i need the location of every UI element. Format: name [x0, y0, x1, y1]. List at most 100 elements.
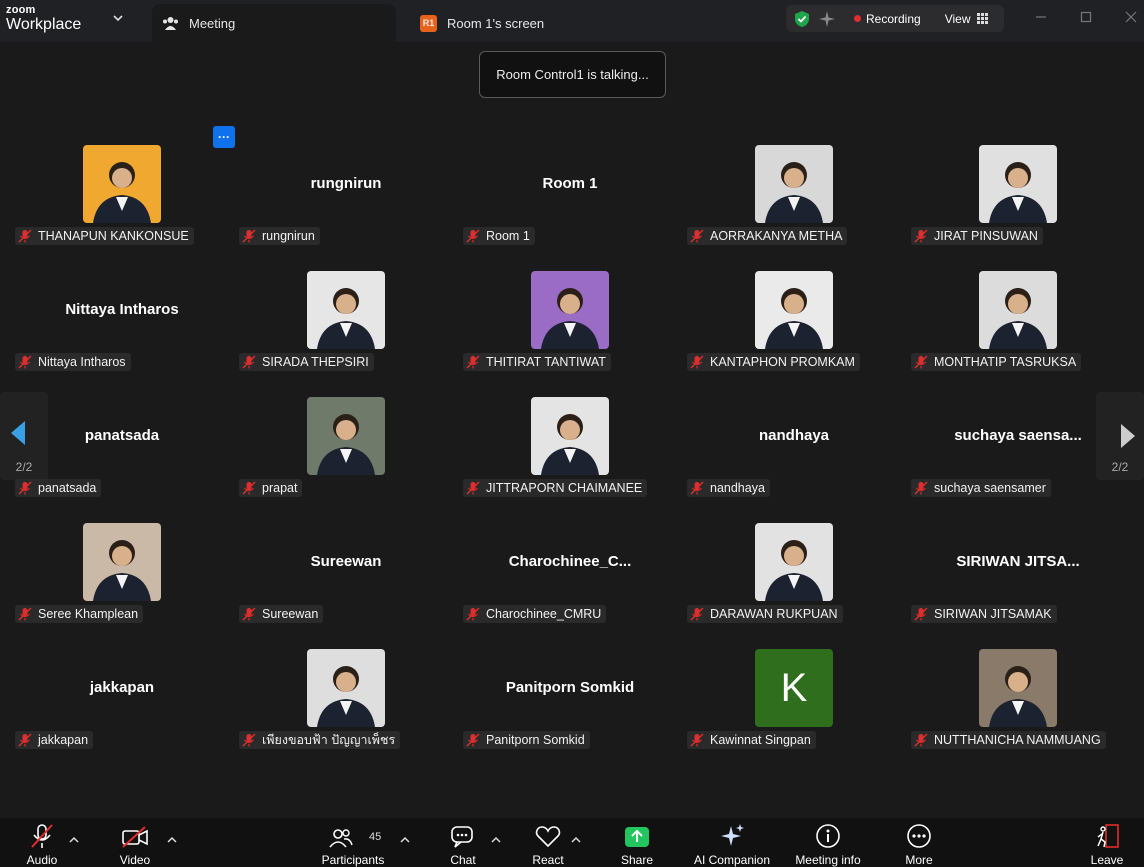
participant-tile[interactable]: SIRIWAN JITSA... SIRIWAN JITSAMAK — [909, 505, 1127, 627]
grid-view-icon[interactable] — [976, 13, 988, 24]
participant-name-tag: JITTRAPORN CHAIMANEE — [463, 479, 648, 497]
video-options-chevron-icon[interactable] — [167, 836, 177, 844]
participant-name: Sureewan — [262, 607, 319, 621]
participant-tile[interactable]: เพียงขอบฟ้า ปัญญาเพ็ชร — [237, 631, 455, 753]
ai-companion-button[interactable]: AI Companion — [692, 818, 772, 867]
heart-icon — [535, 826, 561, 848]
participant-tile[interactable]: SIRADA THEPSIRI — [237, 253, 455, 375]
participant-tile[interactable]: rungnirun rungnirun — [237, 127, 455, 249]
participant-name-tag: suchaya saensamer — [911, 479, 1051, 497]
participant-tile[interactable]: JITTRAPORN CHAIMANEE — [461, 379, 679, 501]
avatar — [531, 271, 609, 349]
participant-tile[interactable]: panatsada panatsada — [13, 379, 231, 501]
participant-name-tag: prapat — [239, 479, 303, 497]
share-label: Share — [620, 853, 654, 867]
participant-tile[interactable]: KANTAPHON PROMKAM — [685, 253, 903, 375]
participant-name-tag: jakkapan — [15, 731, 94, 749]
participant-tile[interactable]: DARAWAN RUKPUAN — [685, 505, 903, 627]
recording-label[interactable]: Recording — [866, 12, 921, 26]
tab-meeting[interactable]: Meeting — [152, 4, 396, 42]
participant-tile[interactable]: Room 1 Room 1 — [461, 127, 679, 249]
participant-name-tag: Kawinnat Singpan — [687, 731, 816, 749]
participant-name-tag: Nittaya Intharos — [15, 353, 131, 371]
participant-photo — [979, 271, 1057, 349]
mic-muted-icon — [690, 481, 704, 495]
participant-tile[interactable]: THANAPUN KANKONSUE — [13, 127, 231, 249]
participant-name-tag: KANTAPHON PROMKAM — [687, 353, 860, 371]
mic-muted-icon — [466, 481, 480, 495]
participant-name: AORRAKANYA METHA — [710, 229, 843, 243]
react-button[interactable]: React — [528, 818, 568, 867]
ai-sparkle-icon[interactable] — [818, 10, 836, 28]
participant-tile[interactable]: THITIRAT TANTIWAT — [461, 253, 679, 375]
avatar — [755, 145, 833, 223]
mic-muted-icon — [466, 607, 480, 621]
participant-photo — [83, 145, 161, 223]
participant-name: nandhaya — [710, 481, 765, 495]
participants-icon — [329, 829, 353, 848]
participant-name: suchaya saensamer — [934, 481, 1046, 495]
participant-tile[interactable]: Panitporn Somkid Panitporn Somkid — [461, 631, 679, 753]
participant-display-name: jakkapan — [89, 679, 155, 696]
mic-muted-icon — [18, 733, 32, 747]
participant-name: Room 1 — [486, 229, 530, 243]
participant-tile[interactable]: NUTTHANICHA NAMMUANG — [909, 631, 1127, 753]
participant-tile[interactable]: nandhaya nandhaya — [685, 379, 903, 501]
participant-tile[interactable]: MONTHATIP TASRUKSA — [909, 253, 1127, 375]
mic-muted-icon — [690, 607, 704, 621]
avatar — [979, 271, 1057, 349]
chat-options-chevron-icon[interactable] — [491, 836, 501, 844]
participant-name: JITTRAPORN CHAIMANEE — [486, 481, 643, 495]
participant-name-tag: panatsada — [15, 479, 102, 497]
participant-tile[interactable]: jakkapan jakkapan — [13, 631, 231, 753]
participant-name-tag: JIRAT PINSUWAN — [911, 227, 1043, 245]
participant-photo — [531, 271, 609, 349]
maximize-icon[interactable] — [1079, 10, 1093, 24]
leave-button[interactable]: Leave — [1087, 818, 1127, 867]
participant-name-tag: SIRIWAN JITSAMAK — [911, 605, 1057, 623]
react-label: React — [532, 853, 564, 867]
participant-name: Charochinee_CMRU — [486, 607, 602, 621]
chevron-down-icon[interactable] — [112, 12, 124, 24]
participant-tile[interactable]: Nittaya Intharos Nittaya Intharos — [13, 253, 231, 375]
participant-tile[interactable]: Charochinee_C... Charochinee_CMRU — [461, 505, 679, 627]
avatar — [307, 271, 385, 349]
video-button[interactable]: Video — [115, 818, 155, 867]
tab-room-screen[interactable]: R1 Room 1's screen — [420, 4, 544, 42]
zoom-workplace-logo: zoom Workplace — [6, 5, 81, 33]
room-badge: R1 — [420, 14, 437, 32]
participant-name: Nittaya Intharos — [38, 355, 126, 369]
participant-photo — [979, 649, 1057, 727]
avatar — [531, 397, 609, 475]
talking-indicator: Room Control1 is talking... — [479, 51, 666, 98]
shield-check-icon[interactable] — [794, 10, 810, 28]
chat-label: Chat — [450, 853, 476, 867]
participant-name-tag: Room 1 — [463, 227, 535, 245]
mic-muted-icon — [18, 481, 32, 495]
react-options-chevron-icon[interactable] — [571, 836, 581, 844]
close-icon[interactable] — [1124, 10, 1138, 24]
participant-tile[interactable]: Sureewan Sureewan — [237, 505, 455, 627]
more-button[interactable]: More — [899, 818, 939, 867]
share-button[interactable]: Share — [617, 818, 657, 867]
avatar — [307, 649, 385, 727]
logo-brand-bottom: Workplace — [6, 16, 82, 33]
participant-tile[interactable]: JIRAT PINSUWAN — [909, 127, 1127, 249]
participant-tile[interactable]: K Kawinnat Singpan — [685, 631, 903, 753]
participant-name: prapat — [262, 481, 298, 495]
participant-tile[interactable]: prapat — [237, 379, 455, 501]
chat-button[interactable]: Chat — [443, 818, 483, 867]
audio-button[interactable]: Audio — [22, 818, 62, 867]
audio-options-chevron-icon[interactable] — [69, 836, 79, 844]
meeting-info-label: Meeting info — [795, 853, 861, 867]
audio-label: Audio — [26, 853, 58, 867]
participant-name: SIRIWAN JITSAMAK — [934, 607, 1052, 621]
participant-tile[interactable]: suchaya saensa... suchaya saensamer — [909, 379, 1127, 501]
participant-name: panatsada — [38, 481, 97, 495]
participant-tile[interactable]: Seree Khamplean — [13, 505, 231, 627]
participant-tile[interactable]: AORRAKANYA METHA — [685, 127, 903, 249]
participants-options-chevron-icon[interactable] — [400, 836, 410, 844]
minimize-icon[interactable] — [1034, 10, 1048, 24]
view-button[interactable]: View — [945, 12, 971, 26]
meeting-info-button[interactable]: Meeting info — [792, 818, 864, 867]
